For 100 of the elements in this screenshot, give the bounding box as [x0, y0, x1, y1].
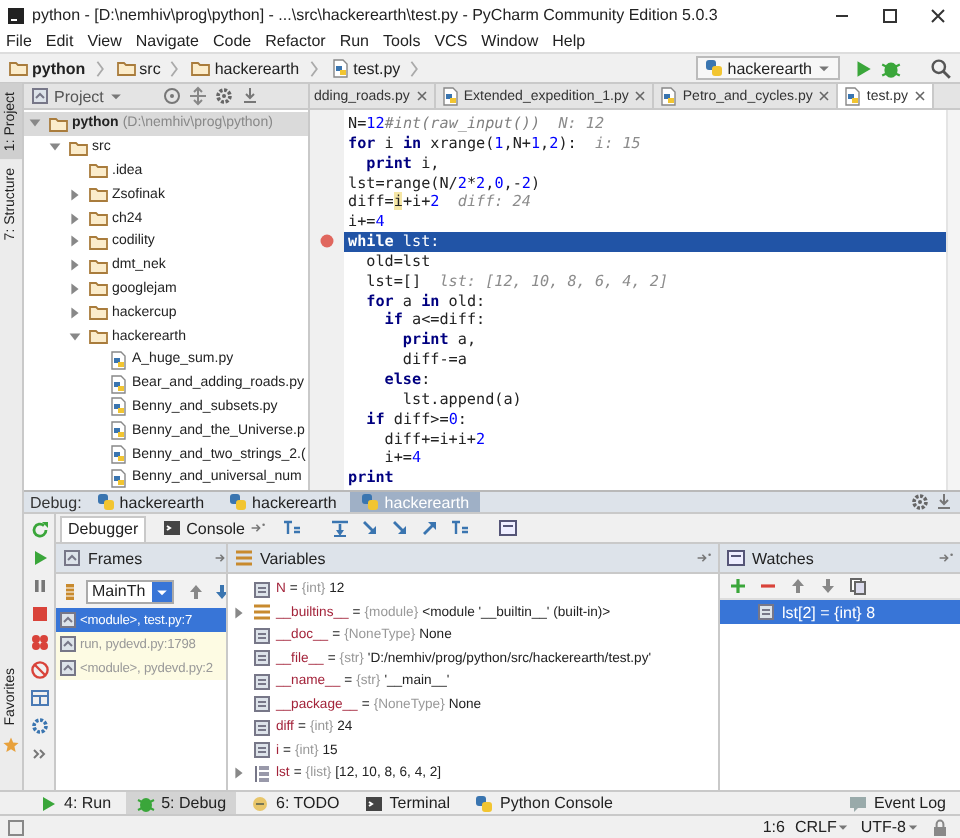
collapsed-arrow-icon[interactable] [66, 303, 84, 322]
more-icon[interactable] [29, 744, 49, 764]
folder-icon [48, 113, 68, 134]
menu-item[interactable]: Code [212, 32, 252, 50]
menu-item[interactable]: Run [339, 32, 370, 50]
pin-icon[interactable] [213, 550, 226, 566]
terminal-icon [363, 793, 384, 813]
python-icon [360, 492, 381, 512]
python-file-icon [108, 444, 128, 465]
menu-item[interactable]: Tools [383, 32, 421, 50]
event-log-button[interactable]: Event Log [837, 792, 956, 814]
menu-item[interactable]: Navigate [135, 32, 199, 50]
menu-item[interactable]: Edit [45, 32, 74, 50]
folder-icon [88, 184, 108, 205]
caret-position[interactable]: 1:6 [762, 818, 785, 836]
frame-icon [58, 610, 78, 630]
collapsed-arrow-icon[interactable] [66, 209, 84, 228]
close-icon[interactable] [928, 5, 948, 25]
thread-icon [60, 581, 80, 601]
collapse-icon[interactable] [187, 86, 208, 106]
hide-icon[interactable] [934, 492, 954, 512]
tool-window-button[interactable]: Terminal [353, 792, 460, 814]
circle-icon [250, 793, 271, 813]
resume-icon[interactable] [29, 548, 49, 568]
settings-icon[interactable] [213, 86, 234, 106]
folder-icon [88, 231, 108, 252]
target-icon[interactable] [161, 86, 182, 106]
thread-dropdown[interactable]: MainTh [86, 579, 174, 603]
menu-item[interactable]: View [87, 32, 122, 50]
down-arrow-icon[interactable] [211, 581, 226, 601]
step-over-icon[interactable] [329, 518, 349, 538]
pin-icon[interactable] [696, 550, 712, 566]
python-file-icon [108, 349, 128, 370]
menu-item[interactable]: VCS [434, 32, 468, 50]
pause-icon[interactable] [29, 576, 49, 596]
run-configuration-dropdown[interactable]: hackerearth [695, 56, 840, 80]
collapsed-arrow-icon[interactable] [230, 764, 248, 783]
module-icon [252, 602, 272, 623]
search-icon[interactable] [930, 57, 952, 79]
add-icon[interactable] [728, 576, 748, 596]
menu-item[interactable]: File [6, 32, 32, 50]
debugger-tab[interactable]: Console [156, 515, 271, 541]
layout-icon[interactable] [29, 688, 49, 708]
menu-item[interactable]: Help [552, 32, 586, 50]
python-icon [474, 793, 494, 813]
collapsed-arrow-icon[interactable] [66, 185, 84, 204]
mute-icon[interactable] [29, 660, 49, 680]
collapsed-arrow-icon[interactable] [66, 279, 84, 298]
close-icon[interactable] [912, 88, 928, 104]
comment-icon [847, 793, 868, 813]
line-separator-dropdown[interactable]: CRLF [794, 818, 851, 836]
panel-toggle-icon[interactable] [6, 817, 26, 837]
tool-window-button[interactable]: Python Console [464, 792, 623, 814]
debugger-tab[interactable]: Debugger [60, 515, 147, 541]
python-file-icon [842, 86, 863, 106]
debug-session-tab[interactable]: hackerearth [85, 492, 215, 512]
settings-icon[interactable] [29, 716, 49, 736]
step-out-icon[interactable] [419, 518, 439, 538]
folder-icon [88, 326, 108, 347]
expanded-arrow-icon[interactable] [66, 327, 84, 346]
rerun-icon[interactable] [29, 520, 49, 540]
stop-icon[interactable] [29, 604, 49, 624]
encoding-dropdown[interactable]: UTF-8 [860, 818, 920, 836]
breadcrumb[interactable]: test.py [329, 58, 401, 78]
python-icon [703, 58, 724, 78]
breakpoints-icon[interactable] [29, 632, 49, 652]
lock-icon[interactable] [930, 817, 950, 837]
down-arrow-icon[interactable] [818, 576, 838, 596]
collapsed-arrow-icon[interactable] [66, 232, 84, 251]
menu-item[interactable]: Refactor [265, 32, 326, 50]
breadcrumb[interactable]: hackerearth [190, 58, 300, 78]
collapsed-arrow-icon[interactable] [230, 603, 248, 622]
watch-item[interactable]: lst[2] = {int} 8 [720, 600, 960, 624]
copy-icon[interactable] [848, 576, 868, 596]
breadcrumb[interactable]: src [115, 58, 161, 78]
tool-window-button[interactable]: 5: Debug [125, 792, 237, 814]
up-arrow-icon[interactable] [185, 581, 206, 601]
hide-icon[interactable] [239, 86, 260, 106]
pane-title: Variables [260, 549, 326, 567]
caret-icon [906, 820, 920, 834]
breakpoint-icon[interactable] [318, 232, 336, 251]
tool-window-button[interactable]: 4: Run [28, 792, 122, 814]
pin-icon[interactable] [938, 550, 954, 566]
folder-icon [190, 58, 211, 78]
python-file-icon [439, 86, 460, 106]
console-icon [162, 518, 183, 538]
collapsed-arrow-icon[interactable] [66, 256, 84, 275]
pin-icon [249, 520, 265, 536]
maximize-icon[interactable] [880, 5, 900, 25]
settings-icon[interactable] [910, 492, 930, 512]
folder-icon [88, 302, 108, 323]
debug-icon[interactable] [880, 57, 902, 79]
menu-item[interactable]: Window [481, 32, 539, 50]
debug-session-tab[interactable]: hackerearth [218, 492, 347, 512]
scrollbar[interactable] [946, 110, 960, 490]
up-arrow-icon[interactable] [788, 576, 808, 596]
tool-window-button[interactable]: 6: TODO [240, 792, 350, 814]
breadcrumb[interactable]: python [8, 58, 86, 78]
folder-icon [88, 160, 108, 181]
debug-label: Debug: [30, 493, 82, 511]
